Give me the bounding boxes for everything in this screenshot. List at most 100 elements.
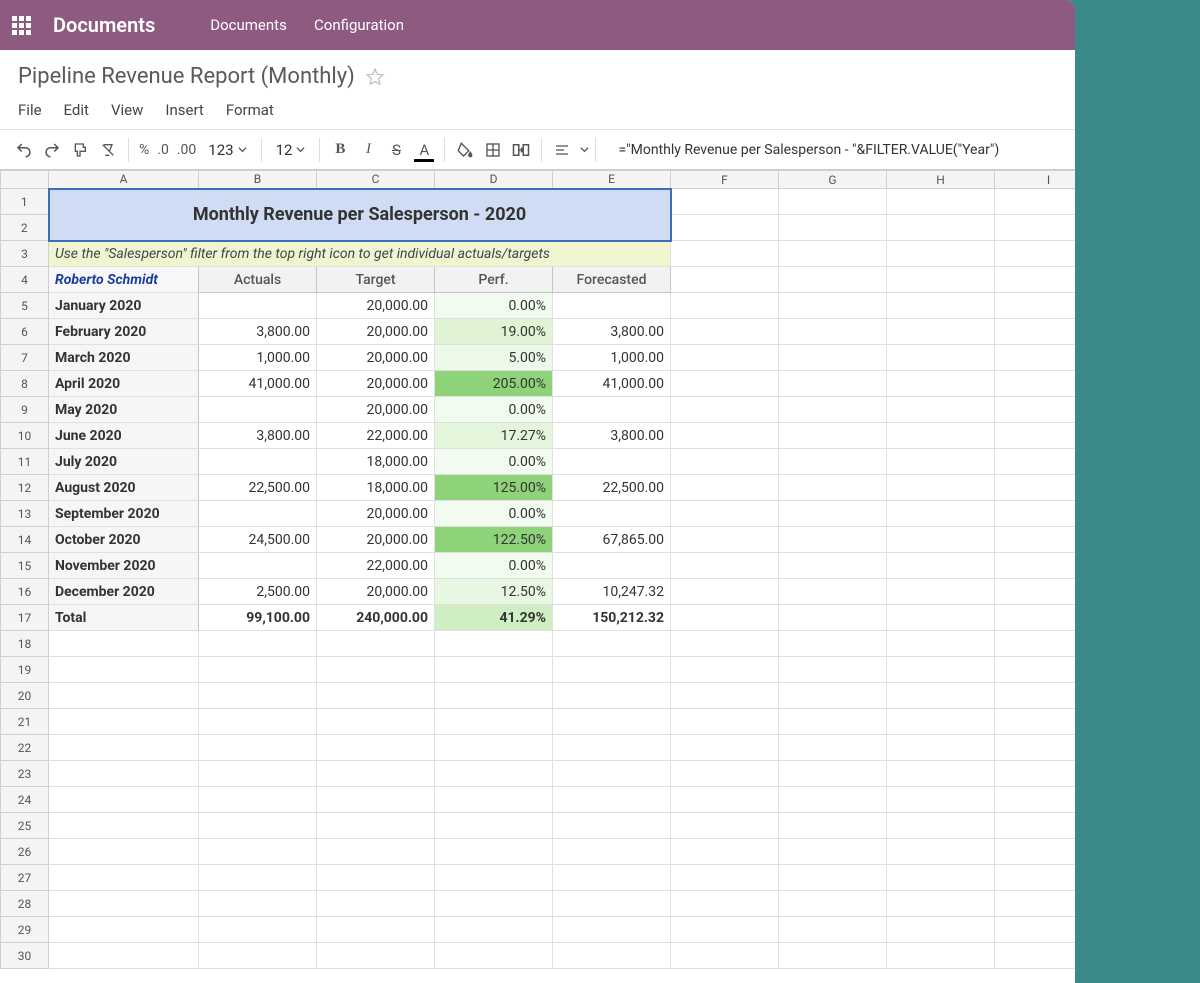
perf-cell[interactable]: 205.00%: [435, 371, 553, 397]
month-cell[interactable]: March 2020: [49, 345, 199, 371]
perf-cell[interactable]: 122.50%: [435, 527, 553, 553]
cell[interactable]: [887, 605, 995, 631]
cell[interactable]: [887, 267, 995, 293]
cell[interactable]: [887, 813, 995, 839]
actuals-cell[interactable]: [199, 397, 317, 423]
cell[interactable]: [995, 241, 1076, 267]
perf-cell[interactable]: 0.00%: [435, 293, 553, 319]
cell[interactable]: [995, 761, 1076, 787]
cell[interactable]: [779, 267, 887, 293]
month-cell[interactable]: April 2020: [49, 371, 199, 397]
cell[interactable]: [671, 345, 779, 371]
actuals-cell[interactable]: 24,500.00: [199, 527, 317, 553]
cell[interactable]: [887, 293, 995, 319]
forecast-cell[interactable]: [553, 293, 671, 319]
cell[interactable]: [995, 319, 1076, 345]
cell[interactable]: [887, 917, 995, 943]
cell[interactable]: [995, 787, 1076, 813]
month-cell[interactable]: June 2020: [49, 423, 199, 449]
apps-icon[interactable]: [12, 16, 31, 35]
cell[interactable]: [317, 839, 435, 865]
cell[interactable]: [199, 761, 317, 787]
actuals-cell[interactable]: 2,500.00: [199, 579, 317, 605]
cell[interactable]: [199, 709, 317, 735]
row-26[interactable]: 26: [1, 839, 49, 865]
cell[interactable]: [779, 449, 887, 475]
cell[interactable]: [317, 891, 435, 917]
cell[interactable]: [887, 241, 995, 267]
cell[interactable]: [553, 917, 671, 943]
font-size-dropdown[interactable]: 12: [268, 141, 314, 159]
cell[interactable]: [779, 189, 887, 215]
col-D[interactable]: D: [435, 171, 553, 189]
cell[interactable]: [317, 761, 435, 787]
title-cell[interactable]: Monthly Revenue per Salesperson - 2020: [49, 189, 671, 241]
cell[interactable]: [887, 631, 995, 657]
cell[interactable]: [995, 267, 1076, 293]
cell[interactable]: [995, 839, 1076, 865]
actuals-cell[interactable]: [199, 293, 317, 319]
cell[interactable]: [887, 553, 995, 579]
corner-cell[interactable]: [1, 171, 49, 189]
salesperson-cell[interactable]: Roberto Schmidt: [49, 267, 199, 293]
cell[interactable]: [779, 475, 887, 501]
cell[interactable]: [49, 761, 199, 787]
strike-button[interactable]: S: [382, 136, 410, 164]
actuals-cell[interactable]: [199, 449, 317, 475]
cell[interactable]: [317, 735, 435, 761]
cell[interactable]: [671, 787, 779, 813]
col-H[interactable]: H: [887, 171, 995, 189]
note-cell[interactable]: Use the "Salesperson" filter from the to…: [49, 241, 671, 267]
target-cell[interactable]: 18,000.00: [317, 449, 435, 475]
cell[interactable]: [317, 865, 435, 891]
col-actuals-header[interactable]: Actuals: [199, 267, 317, 293]
row-9[interactable]: 9: [1, 397, 49, 423]
row-2[interactable]: 2: [1, 215, 49, 241]
row-21[interactable]: 21: [1, 709, 49, 735]
month-cell[interactable]: December 2020: [49, 579, 199, 605]
cell[interactable]: [887, 501, 995, 527]
perf-cell[interactable]: 0.00%: [435, 397, 553, 423]
row-8[interactable]: 8: [1, 371, 49, 397]
cell[interactable]: [435, 891, 553, 917]
redo-icon[interactable]: [38, 136, 66, 164]
cell[interactable]: [887, 371, 995, 397]
cell[interactable]: [779, 709, 887, 735]
cell[interactable]: [435, 683, 553, 709]
cell[interactable]: [779, 657, 887, 683]
cell[interactable]: [671, 865, 779, 891]
cell[interactable]: [995, 917, 1076, 943]
month-cell[interactable]: July 2020: [49, 449, 199, 475]
row-14[interactable]: 14: [1, 527, 49, 553]
cell[interactable]: [779, 813, 887, 839]
cell[interactable]: [671, 761, 779, 787]
cell[interactable]: [671, 943, 779, 969]
cell[interactable]: [671, 397, 779, 423]
target-cell[interactable]: 20,000.00: [317, 293, 435, 319]
row-20[interactable]: 20: [1, 683, 49, 709]
undo-icon[interactable]: [10, 136, 38, 164]
cell[interactable]: [435, 735, 553, 761]
cell[interactable]: [779, 527, 887, 553]
fill-color-icon[interactable]: [451, 136, 479, 164]
cell[interactable]: [779, 631, 887, 657]
total-actuals[interactable]: 99,100.00: [199, 605, 317, 631]
cell[interactable]: [553, 891, 671, 917]
cell[interactable]: [671, 813, 779, 839]
cell[interactable]: [671, 267, 779, 293]
cell[interactable]: [995, 397, 1076, 423]
cell[interactable]: [553, 709, 671, 735]
col-forecast-header[interactable]: Forecasted: [553, 267, 671, 293]
cell[interactable]: [199, 839, 317, 865]
cell[interactable]: [779, 293, 887, 319]
italic-button[interactable]: I: [354, 136, 382, 164]
row-24[interactable]: 24: [1, 787, 49, 813]
row-11[interactable]: 11: [1, 449, 49, 475]
menu-view[interactable]: View: [111, 101, 143, 119]
cell[interactable]: [435, 631, 553, 657]
cell[interactable]: [553, 683, 671, 709]
merge-cells-icon[interactable]: [507, 136, 535, 164]
perf-cell[interactable]: 0.00%: [435, 501, 553, 527]
perf-cell[interactable]: 125.00%: [435, 475, 553, 501]
cell[interactable]: [887, 215, 995, 241]
